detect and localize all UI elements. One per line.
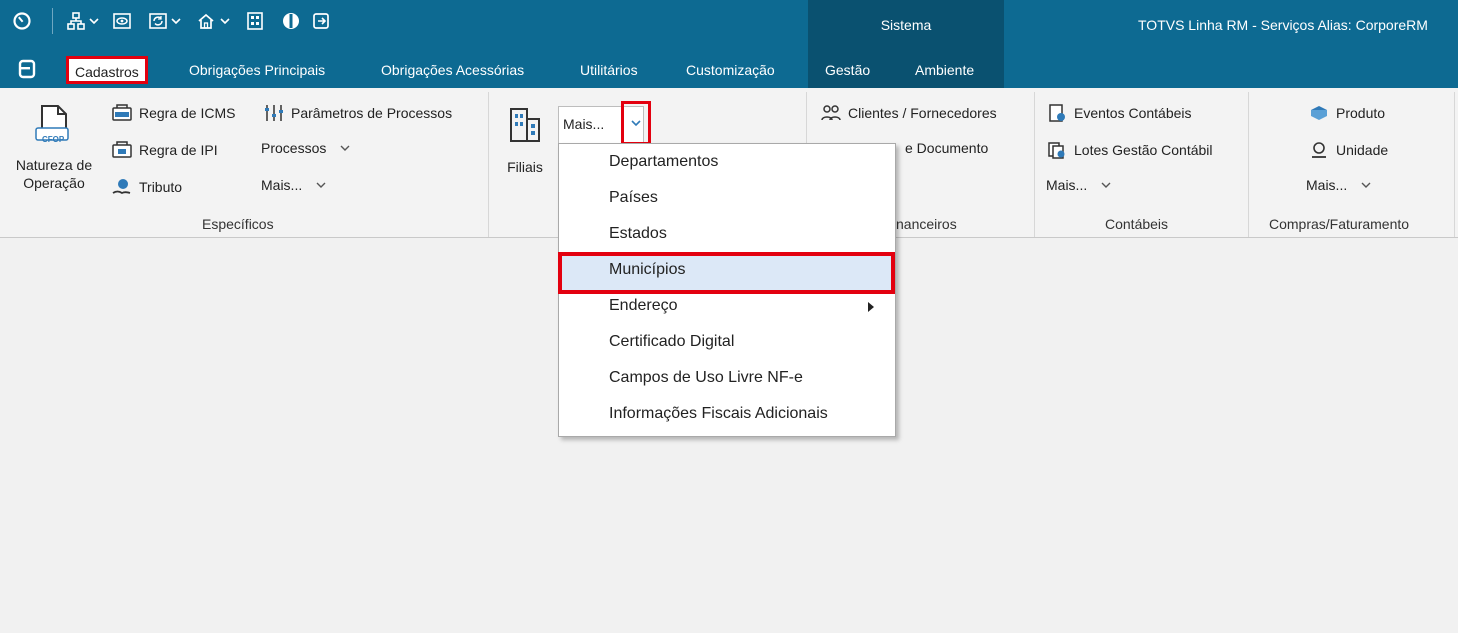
- lotes-gestao-contabil-button[interactable]: Lotes Gestão Contábil: [1046, 140, 1213, 160]
- regra-icms-button[interactable]: Regra de ICMS: [111, 103, 235, 123]
- produto-label: Produto: [1336, 105, 1386, 121]
- produto-button[interactable]: Produto: [1308, 103, 1385, 123]
- calculator-icon[interactable]: [245, 8, 265, 34]
- group-separator: [1248, 92, 1249, 237]
- compras-mais-dropdown[interactable]: Mais...: [1306, 177, 1371, 193]
- eventos-label: Eventos Contábeis: [1074, 105, 1192, 121]
- natureza-label-line2: Operação: [23, 175, 85, 191]
- tipo-documento-button[interactable]: e Documento: [905, 140, 988, 156]
- natureza-label-line1: Natureza de: [15, 157, 93, 173]
- menu-item-estados[interactable]: Estados: [609, 225, 667, 243]
- chevron-down-icon: [316, 182, 326, 188]
- submenu-arrow-icon: [868, 302, 874, 312]
- chevron-down-icon: [631, 120, 641, 127]
- menu-item-departamentos[interactable]: Departamentos: [609, 153, 718, 171]
- combo-value: Mais...: [563, 116, 605, 132]
- toolbar-separator: [52, 8, 53, 34]
- power-icon[interactable]: [12, 8, 32, 34]
- menu-item-paises[interactable]: Países: [609, 189, 658, 207]
- sliders-icon: [265, 105, 283, 121]
- lotes-icon: [1048, 142, 1065, 159]
- tributo-label: Tributo: [139, 179, 183, 195]
- window-title: TOTVS Linha RM - Serviços Alias: Corpore…: [1138, 17, 1428, 33]
- cfop-document-icon: CFOP: [6, 104, 102, 156]
- box-icon: [1311, 106, 1327, 120]
- tab-cadastros[interactable]: Cadastros: [66, 56, 148, 84]
- filiais-button[interactable]: Filiais: [500, 106, 550, 176]
- chevron-down-icon: [340, 145, 350, 151]
- chevron-down-icon[interactable]: [89, 8, 99, 34]
- group-label-especificos: Específicos: [202, 216, 274, 232]
- processos-dropdown[interactable]: Processos: [261, 140, 350, 156]
- menu-item-endereco[interactable]: Endereço: [609, 297, 678, 315]
- eventos-icon: [1049, 104, 1065, 122]
- tab-utilitarios[interactable]: Utilitários: [580, 60, 638, 82]
- tributo-icon: [112, 179, 131, 195]
- cfop-badge: CFOP: [42, 135, 65, 144]
- tab-gestao[interactable]: Gestão: [825, 60, 870, 82]
- totvs-logo-icon[interactable]: [281, 8, 301, 34]
- group-separator: [1034, 92, 1035, 237]
- menu-item-municipios[interactable]: Municípios: [609, 261, 685, 279]
- tab-ambiente[interactable]: Ambiente: [915, 60, 974, 82]
- especificos-mais-label: Mais...: [261, 177, 303, 193]
- eye-icon[interactable]: [112, 8, 132, 34]
- group-label-contabeis: Contábeis: [1105, 216, 1169, 232]
- ipi-icon: [112, 141, 132, 158]
- unidade-button[interactable]: Unidade: [1308, 140, 1388, 160]
- clientes-fornecedores-button[interactable]: Clientes / Fornecedores: [820, 103, 997, 123]
- unidade-label: Unidade: [1336, 142, 1389, 158]
- filiais-label: Filiais: [507, 159, 543, 175]
- compras-mais-label: Mais...: [1306, 177, 1348, 193]
- unidade-icon: [1312, 142, 1326, 158]
- tab-obrigacoes-acessorias[interactable]: Obrigações Acessórias: [381, 60, 524, 82]
- exit-icon[interactable]: [311, 8, 331, 34]
- tipo-documento-label: e Documento: [905, 140, 989, 156]
- tab-obrigacoes-principais[interactable]: Obrigações Principais: [189, 60, 325, 82]
- chevron-down-icon[interactable]: [220, 8, 230, 34]
- icms-icon: [112, 104, 132, 121]
- contabeis-mais-label: Mais...: [1046, 177, 1088, 193]
- people-icon: [821, 105, 841, 121]
- chevron-down-icon: [1101, 182, 1111, 188]
- parametros-label: Parâmetros de Processos: [291, 105, 453, 121]
- group-separator: [1454, 92, 1455, 237]
- menu-item-certificado-digital[interactable]: Certificado Digital: [609, 333, 734, 351]
- group-label-financeiros: nanceiros: [896, 216, 957, 232]
- menu-item-informacoes-fiscais[interactable]: Informações Fiscais Adicionais: [609, 405, 828, 423]
- lotes-label: Lotes Gestão Contábil: [1074, 142, 1213, 158]
- parametros-processos-button[interactable]: Parâmetros de Processos: [263, 103, 452, 123]
- group-separator: [488, 92, 489, 237]
- context-tab-label: Sistema: [880, 17, 932, 33]
- contabeis-mais-dropdown[interactable]: Mais...: [1046, 177, 1111, 193]
- eventos-contabeis-button[interactable]: Eventos Contábeis: [1046, 103, 1192, 123]
- org-chart-icon[interactable]: [66, 8, 86, 34]
- combo-dropdown-button[interactable]: [621, 101, 651, 145]
- tributo-button[interactable]: Tributo: [111, 177, 182, 197]
- natureza-operacao-button[interactable]: CFOP Natureza de Operação: [6, 104, 102, 192]
- home-icon[interactable]: [196, 8, 216, 34]
- tab-customizacao[interactable]: Customização: [686, 60, 775, 82]
- refresh-icon[interactable]: [148, 8, 168, 34]
- especificos-mais-dropdown[interactable]: Mais...: [261, 177, 326, 193]
- clientes-label: Clientes / Fornecedores: [848, 105, 997, 121]
- building-icon: [510, 108, 540, 142]
- app-menu-icon[interactable]: [18, 59, 36, 79]
- chevron-down-icon[interactable]: [171, 8, 181, 34]
- regra-ipi-label: Regra de IPI: [139, 142, 218, 158]
- regra-ipi-button[interactable]: Regra de IPI: [111, 140, 218, 160]
- menu-item-campos-uso-livre[interactable]: Campos de Uso Livre NF-e: [609, 369, 803, 387]
- chevron-down-icon: [1361, 182, 1371, 188]
- regra-icms-label: Regra de ICMS: [139, 105, 236, 121]
- processos-label: Processos: [261, 140, 327, 156]
- group-label-compras: Compras/Faturamento: [1269, 216, 1410, 232]
